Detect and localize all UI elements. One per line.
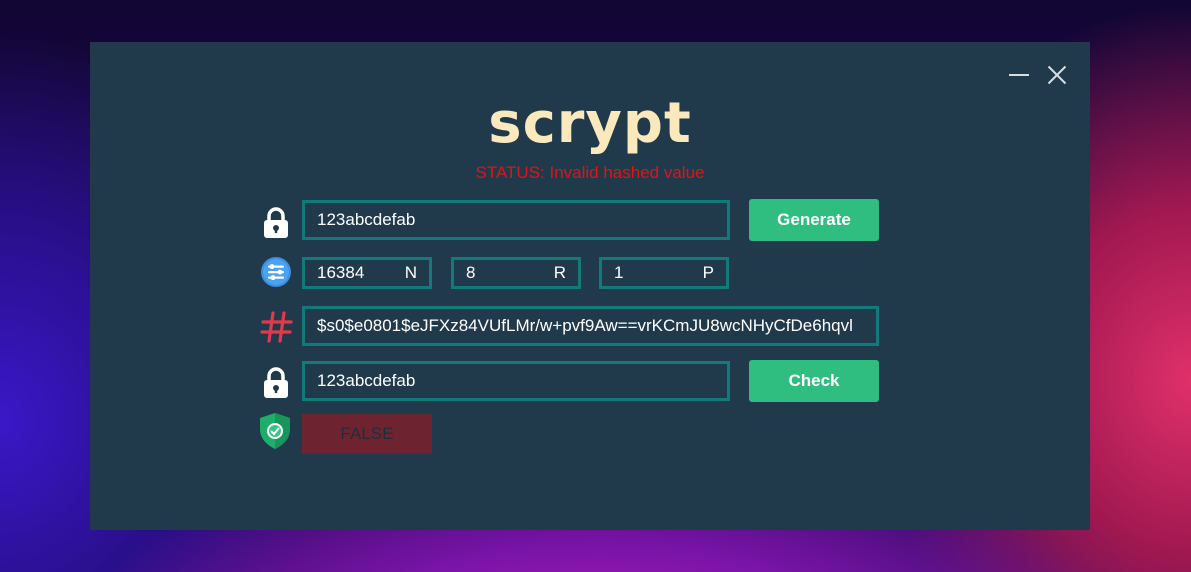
check-button[interactable]: Check [749,360,879,402]
status-text: STATUS: Invalid hashed value [475,163,705,182]
p-param-input[interactable]: 1 P [599,257,729,289]
result-badge: FALSE [302,414,432,454]
password-input[interactable]: 123abcdefab [302,200,730,240]
n-param-input[interactable]: 16384 N [302,257,432,289]
check-password-value: 123abcdefab [317,371,416,390]
app-window: scrypt STATUS: Invalid hashed value 123a… [90,42,1090,530]
generate-button[interactable]: Generate [749,199,879,241]
lock-icon [260,366,292,398]
hash-value: $s0$e0801$eJFXz84VUfLMr/w+pvf9Aw==vrKCmJ… [317,316,853,335]
p-value: 1 [614,263,624,282]
hash-icon [260,310,294,344]
lock-icon [260,206,292,238]
r-param-input[interactable]: 8 R [451,257,581,289]
password-value: 123abcdefab [317,210,416,229]
minimize-button[interactable] [1006,62,1032,88]
shield-check-icon [258,412,292,450]
app-title: scrypt [488,91,692,156]
close-button[interactable] [1044,62,1070,88]
check-password-input[interactable]: 123abcdefab [302,361,730,401]
hash-input[interactable]: $s0$e0801$eJFXz84VUfLMr/w+pvf9Aw==vrKCmJ… [302,306,879,346]
n-label: N [404,263,417,282]
sliders-icon [260,256,292,288]
p-label: P [702,263,714,282]
n-value: 16384 [317,263,365,282]
r-label: R [553,263,566,282]
r-value: 8 [466,263,476,282]
